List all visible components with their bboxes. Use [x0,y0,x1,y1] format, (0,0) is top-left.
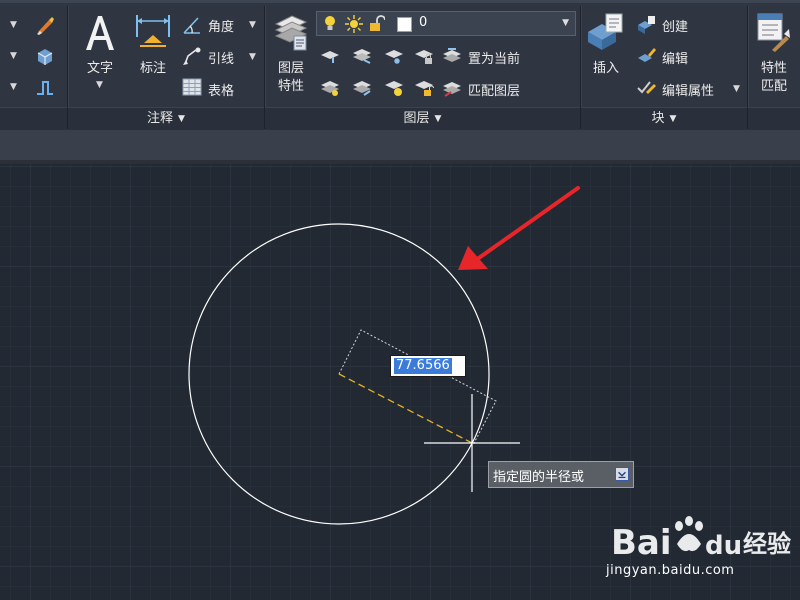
dimension-button-label[interactable]: 标注 [134,60,172,78]
layer-properties-label-line1: 图层 [277,61,304,76]
leader-label[interactable]: 引线 [208,48,234,67]
left-dropdown-caret-2[interactable]: ▼ [10,51,17,61]
baidu-jingyan-watermark: Bai du 经验 [611,516,791,563]
layer-thaw-icon[interactable] [384,79,404,97]
block-panel-title[interactable]: 块 ▼ [581,107,747,130]
annotation-panel-caret[interactable]: ▼ [178,114,185,124]
layer-properties-label[interactable]: 图层 特性 [270,60,312,96]
layer-dropdown[interactable]: 0 ▼ [316,11,576,36]
options-dropdown-icon[interactable] [615,467,629,481]
set-current-icon[interactable] [442,46,462,66]
create-label[interactable]: 创建 [662,16,688,35]
edit-attributes-icon[interactable] [636,78,656,98]
create-block-icon[interactable] [636,15,656,35]
text-icon[interactable] [82,12,118,52]
watermark-url: jingyan.baidu.com [606,563,735,578]
dimension-icon[interactable] [134,13,172,53]
annotation-panel-title-text: 注释 [147,111,174,126]
match-properties-label[interactable]: 特性 匹配 [752,60,796,96]
layer-color-swatch [397,17,412,32]
annotation-panel-title[interactable]: 注释 ▼ [68,107,264,130]
layer-properties-icon[interactable] [274,12,308,52]
insert-block-icon[interactable] [586,12,626,52]
watermark-brand: Bai [611,523,672,563]
lightbulb-icon[interactable] [323,15,337,33]
text-button-label[interactable]: 文字 [82,60,118,78]
layer-lock-icon[interactable] [414,48,434,64]
angular-dimension-icon[interactable] [182,15,202,35]
file-tab-bar [0,130,800,160]
layer-isolate-icon[interactable] [352,47,372,65]
3d-box-icon[interactable] [34,45,56,67]
edit-label[interactable]: 编辑 [662,48,688,67]
table-icon[interactable] [182,78,202,96]
edit-block-icon[interactable] [636,46,656,66]
angular-label[interactable]: 角度 [208,16,234,35]
current-layer-name: 0 [419,15,428,30]
insert-label[interactable]: 插入 [586,60,626,78]
layers-panel-caret[interactable]: ▼ [435,114,442,124]
match-properties-icon[interactable] [756,12,790,52]
watermark-product: 经验 [743,530,791,558]
left-dropdown-caret-1[interactable]: ▼ [10,20,17,30]
left-dropdown-caret-3[interactable]: ▼ [10,82,17,92]
ribbon-top-edge [0,0,800,3]
match-properties-label-line2: 匹配 [760,79,787,94]
match-properties-label-line1: 特性 [760,61,787,76]
command-prompt-tooltip: 指定圆的半径或 [488,461,634,488]
sun-icon[interactable] [345,15,363,33]
radius-value: 77.6566 [394,358,452,374]
match-layer-label[interactable]: 匹配图层 [468,80,520,99]
brush-icon[interactable] [34,14,56,36]
leader-icon[interactable] [182,46,202,66]
unlock-icon[interactable] [369,15,385,33]
watermark-brand-tail: du [705,531,742,561]
layer-freeze-icon[interactable] [384,48,404,64]
layer-on-icon[interactable] [320,79,340,97]
table-label[interactable]: 表格 [208,80,234,99]
dynamic-radius-input[interactable]: 77.6566 [390,355,466,377]
edit-attributes-label[interactable]: 编辑属性 [662,80,714,99]
block-panel-title-text: 块 [651,111,665,126]
layer-dropdown-caret[interactable]: ▼ [562,18,569,28]
edit-attributes-dropdown-caret[interactable]: ▼ [733,84,740,94]
angular-dropdown-caret[interactable]: ▼ [249,20,256,30]
layers-panel-title[interactable]: 图层 ▼ [265,107,580,130]
layer-properties-label-line2: 特性 [277,79,304,94]
properties-panel-title-bar [748,107,800,130]
ribbon: ▼ ▼ ▼ 文字 ▼ 标注 角度 ▼ 引线 ▼ 表格 注释 ▼ 图层 特性 0 … [0,0,800,131]
layer-walk-icon[interactable] [352,79,372,97]
layers-panel-title-text: 图层 [403,111,430,126]
text-dropdown-caret[interactable]: ▼ [96,80,103,90]
layer-off-icon[interactable] [320,48,340,64]
leader-dropdown-caret[interactable]: ▼ [249,52,256,62]
left-panel-title-bar [0,107,67,130]
match-layer-icon[interactable] [442,78,462,98]
paw-icon [675,516,703,552]
set-current-label[interactable]: 置为当前 [468,48,520,67]
offset-icon[interactable] [34,76,56,98]
layer-unlock-icon[interactable] [414,79,434,97]
block-panel-caret[interactable]: ▼ [670,114,677,124]
prompt-text: 指定圆的半径或 [493,470,585,485]
